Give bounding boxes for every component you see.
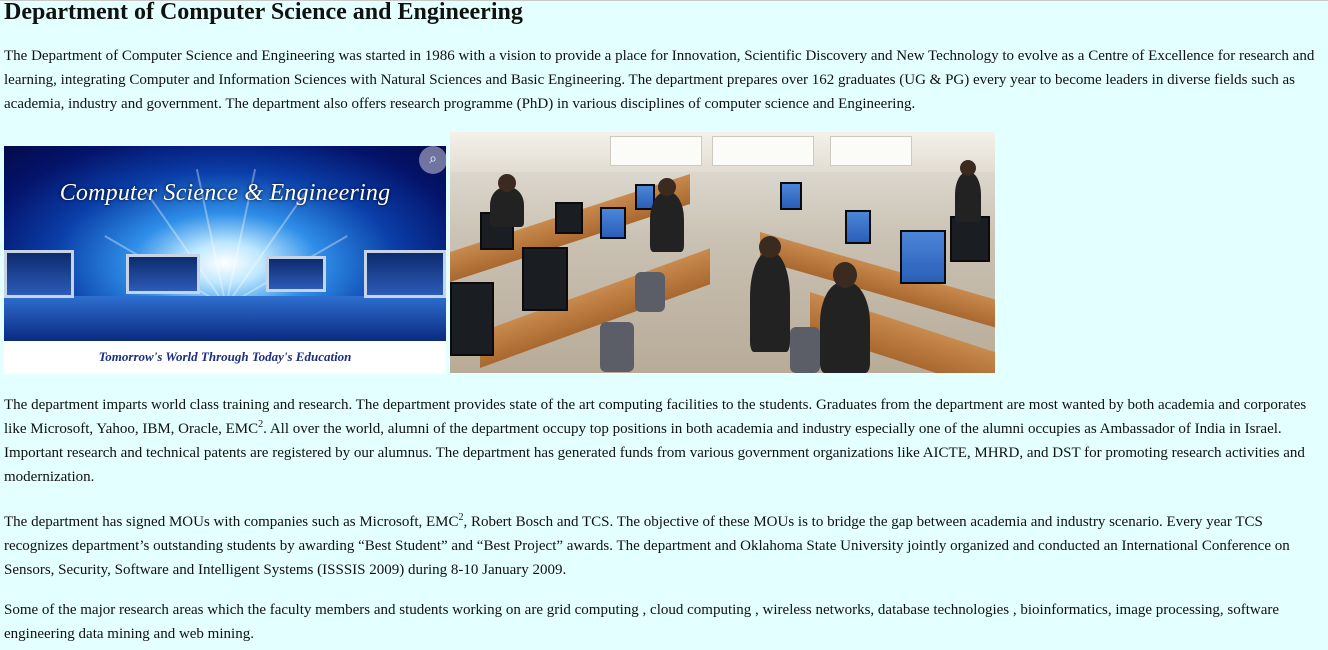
cse-banner-image: Computer Science & Engineering Tomorrow'… bbox=[4, 146, 446, 374]
monitor bbox=[845, 210, 871, 244]
paragraph-research-areas: Some of the major research areas which t… bbox=[4, 602, 1280, 642]
whiteboard bbox=[830, 136, 912, 166]
monitor-graphic bbox=[4, 250, 74, 298]
monitor-graphic bbox=[266, 256, 326, 292]
lab-chair bbox=[790, 327, 820, 373]
page-content: Department of Computer Science and Engin… bbox=[0, 0, 1328, 646]
image-row: Computer Science & Engineering Tomorrow'… bbox=[4, 132, 1324, 374]
monitor-graphic bbox=[126, 254, 200, 294]
student bbox=[490, 187, 524, 227]
monitor bbox=[600, 207, 626, 239]
banner-title: Computer Science & Engineering bbox=[59, 180, 391, 206]
lens-search-icon[interactable]: ⌕ bbox=[419, 146, 446, 174]
lab-desk bbox=[480, 248, 710, 368]
page-title: Department of Computer Science and Engin… bbox=[4, 0, 523, 25]
intro-paragraph: The Department of Computer Science and E… bbox=[4, 48, 1315, 112]
monitor bbox=[555, 202, 583, 234]
student-head bbox=[658, 178, 676, 196]
monitor-graphic bbox=[364, 250, 446, 298]
monitor bbox=[522, 247, 568, 311]
student bbox=[820, 282, 870, 373]
monitor bbox=[900, 230, 946, 284]
lab-chair bbox=[635, 272, 665, 312]
computer-lab-photo bbox=[450, 132, 995, 373]
student bbox=[750, 252, 790, 352]
banner-tagline: Tomorrow's World Through Today's Educati… bbox=[98, 349, 352, 364]
student-head bbox=[833, 262, 857, 288]
monitor bbox=[780, 182, 802, 210]
paragraph-industry: The department imparts world class train… bbox=[4, 393, 1324, 489]
whiteboard bbox=[610, 136, 702, 166]
student bbox=[650, 192, 684, 252]
student-head bbox=[498, 174, 516, 192]
student-head bbox=[960, 160, 976, 176]
banner-floor bbox=[4, 296, 446, 341]
lab-chair bbox=[600, 322, 634, 372]
paragraph-mous: The department has signed MOUs with comp… bbox=[4, 510, 1324, 582]
monitor bbox=[950, 216, 990, 262]
student bbox=[955, 172, 981, 222]
whiteboard bbox=[712, 136, 814, 166]
monitor bbox=[450, 282, 494, 356]
student-head bbox=[759, 236, 781, 258]
paragraph-text: The department has signed MOUs with comp… bbox=[4, 514, 459, 530]
